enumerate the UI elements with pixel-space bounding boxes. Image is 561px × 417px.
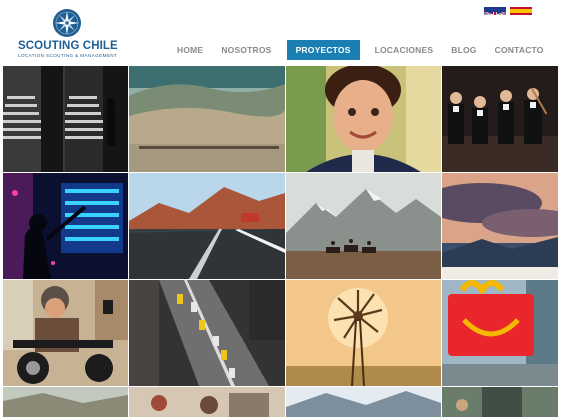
nav-home[interactable]: HOME [168,40,212,60]
brand-name: SCOUTING CHILE [18,40,118,52]
nav-contacto[interactable]: CONTACTO [486,40,553,60]
gallery-tile-desert-valley[interactable] [129,66,285,172]
brand-tagline: LOCATION SCOUTING & MANAGEMENT [18,53,118,58]
project-gallery [3,66,558,417]
gallery-tile-desert-highway[interactable] [129,173,285,279]
language-switcher [484,7,532,15]
gallery-tile-happy-meal-box[interactable] [442,280,558,386]
gallery-tile-landscape-row[interactable] [3,387,128,417]
gallery-tile-city-traffic-aerial[interactable] [129,280,285,386]
gallery-tile-lake-mountains[interactable] [286,387,441,417]
brand-logo[interactable]: SCOUTING CHILE LOCATION SCOUTING & MANAG… [18,8,118,60]
compass-rose-icon [53,9,81,37]
gallery-tile-mountain-riders[interactable] [286,173,441,279]
nav-blog[interactable]: BLOG [442,40,485,60]
nav-locaciones[interactable]: LOCACIONES [366,40,443,60]
spain-flag-icon[interactable] [510,7,532,15]
gallery-tile-windmill-sunset[interactable] [286,280,441,386]
main-nav: HOME NOSOTROS PROYECTOS LOCACIONES BLOG … [168,40,553,60]
nav-proyectos[interactable]: PROYECTOS [286,40,360,60]
gallery-tile-smiling-boy[interactable] [286,66,441,172]
gallery-tile-neon-silhouette[interactable] [3,173,128,279]
gallery-tile-city-street[interactable] [442,387,558,417]
gallery-tile-staircase-mirror[interactable] [3,66,128,172]
site-header: SCOUTING CHILE LOCATION SCOUTING & MANAG… [0,0,561,66]
uk-flag-icon[interactable] [484,7,506,15]
gallery-tile-motorcycle-rider[interactable] [3,280,128,386]
gallery-tile-cloudy-sunset[interactable] [442,173,558,279]
nav-nosotros[interactable]: NOSOTROS [212,40,280,60]
gallery-tile-orchestra[interactable] [442,66,558,172]
gallery-tile-street-crowd[interactable] [129,387,285,417]
